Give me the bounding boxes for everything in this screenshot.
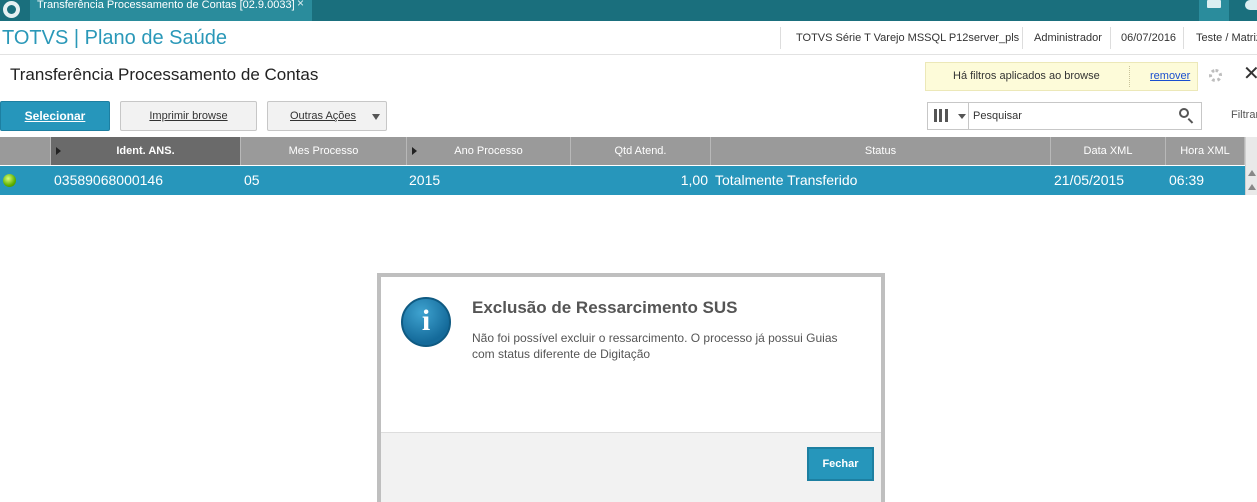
chevron-down-icon bbox=[958, 114, 966, 119]
scroll-up-icon[interactable] bbox=[1248, 184, 1256, 190]
print-browse-button[interactable]: Imprimir browse bbox=[120, 101, 257, 131]
search-icon[interactable] bbox=[1179, 108, 1189, 118]
chevron-down-icon bbox=[372, 114, 380, 120]
cell-hora-xml: 06:39 bbox=[1169, 172, 1205, 188]
environment-label[interactable]: TOTVS Série T Varejo MSSQL P12server_pls bbox=[796, 31, 1019, 47]
filter-notice-text: Há filtros aplicados ao browse bbox=[953, 70, 1100, 82]
mail-icon bbox=[1207, 0, 1221, 8]
cell-ident-ans: 03589068000146 bbox=[54, 172, 164, 188]
close-button[interactable]: Fechar bbox=[807, 447, 874, 481]
status-green-icon bbox=[3, 174, 16, 187]
sort-indicator-icon bbox=[56, 147, 61, 155]
header-divider bbox=[1022, 27, 1023, 49]
grid-header-status-col[interactable]: Status bbox=[711, 137, 1051, 165]
cell-qtd-atend: 1,00 bbox=[680, 172, 708, 188]
date-label[interactable]: 06/07/2016 bbox=[1121, 31, 1176, 47]
select-button[interactable]: Selecionar bbox=[0, 101, 110, 131]
grid-header-mes-processo[interactable]: Mes Processo bbox=[241, 137, 407, 165]
dialog-message: Não foi possível excluir o ressarcimento… bbox=[472, 331, 838, 361]
user-label[interactable]: Administrador bbox=[1034, 31, 1102, 47]
cell-ano-processo: 2015 bbox=[409, 172, 441, 188]
cell-status: Totalmente Transferido bbox=[715, 172, 858, 188]
brand-title: TOTVS | Plano de Saúde bbox=[2, 27, 227, 49]
remove-filter-link[interactable]: remover bbox=[1150, 70, 1190, 82]
columns-icon bbox=[934, 109, 948, 122]
header-divider bbox=[1183, 27, 1184, 49]
branch-label[interactable]: Teste / Matriz bbox=[1196, 31, 1257, 47]
close-icon[interactable]: ✕ bbox=[1243, 63, 1257, 85]
tab-close-icon[interactable]: × bbox=[297, 0, 304, 10]
page-title: Transferência Processamento de Contas bbox=[10, 65, 319, 84]
cell-data-xml: 21/05/2015 bbox=[1054, 172, 1125, 188]
grid-header-status[interactable] bbox=[0, 137, 51, 165]
scroll-up-icon[interactable] bbox=[1248, 170, 1256, 176]
dialog-title: Exclusão de Ressarcimento SUS bbox=[472, 298, 738, 317]
grid-header-qtd-atend[interactable]: Qtd Atend. bbox=[571, 137, 711, 165]
grid-header-hora-xml[interactable]: Hora XML bbox=[1166, 137, 1245, 165]
other-actions-label: Outras Ações bbox=[290, 110, 357, 122]
dialog-footer bbox=[381, 432, 881, 502]
other-actions-button[interactable]: Outras Ações bbox=[267, 101, 387, 131]
filter-notice-divider bbox=[1129, 66, 1130, 87]
cell-mes-processo: 05 bbox=[244, 172, 260, 188]
grid-header-ident-ans[interactable]: Ident. ANS. bbox=[51, 137, 241, 165]
grid-header-ano-processo[interactable]: Ano Processo bbox=[407, 137, 571, 165]
app-logo-icon[interactable] bbox=[3, 1, 20, 18]
print-browse-label: Imprimir browse bbox=[149, 110, 228, 122]
search-input[interactable] bbox=[973, 104, 1169, 128]
header-divider bbox=[780, 27, 781, 49]
filter-link[interactable]: Filtrar bbox=[1231, 109, 1257, 121]
window-tab-title: Transferência Processamento de Contas [0… bbox=[37, 0, 295, 11]
info-icon: i bbox=[401, 297, 451, 347]
gear-icon[interactable] bbox=[1209, 69, 1222, 82]
header-divider bbox=[1110, 27, 1111, 49]
grid-header-data-xml[interactable]: Data XML bbox=[1051, 137, 1166, 165]
sort-indicator-icon bbox=[412, 147, 417, 155]
window-tab[interactable]: Transferência Processamento de Contas [0… bbox=[30, 0, 312, 21]
user-menu-icon[interactable] bbox=[1245, 0, 1257, 10]
